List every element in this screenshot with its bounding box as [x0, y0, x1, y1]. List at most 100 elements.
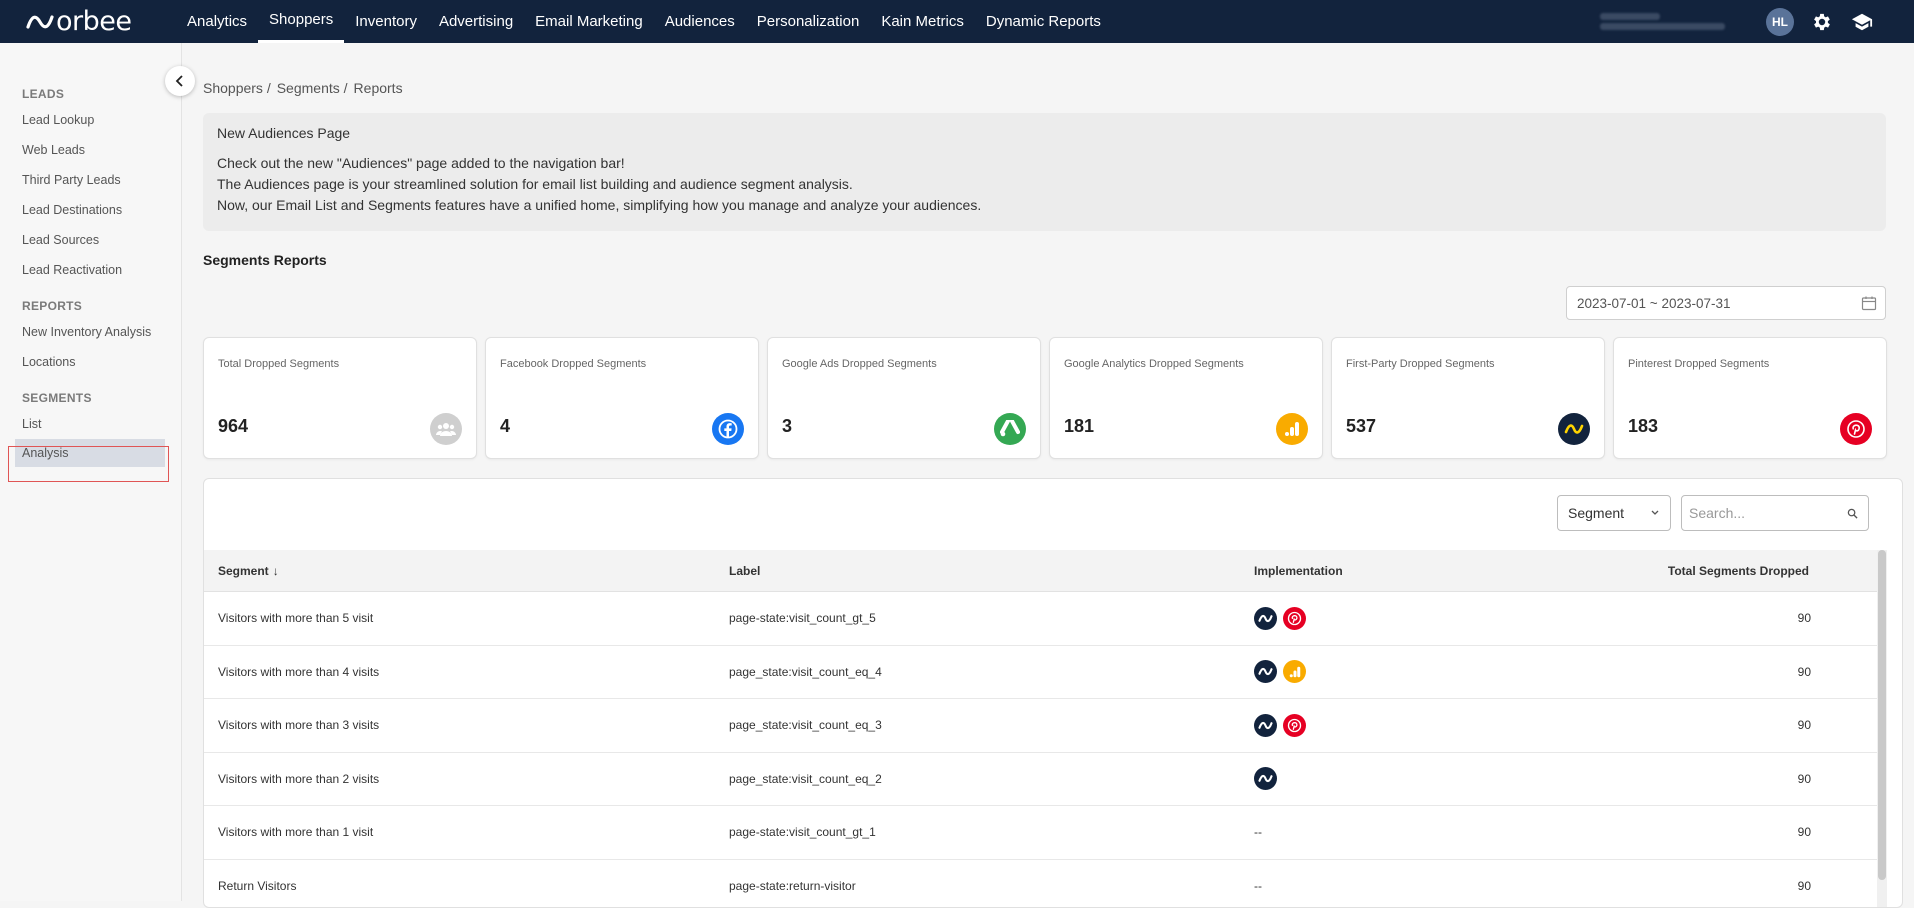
stat-card-value: 537: [1346, 416, 1376, 437]
cell-label: page_state:visit_count_eq_3: [729, 718, 882, 732]
segment-filter-select[interactable]: Segment: [1557, 495, 1671, 531]
graduation-cap-icon[interactable]: [1850, 10, 1874, 34]
cell-segment: Visitors with more than 1 visit: [218, 825, 373, 839]
user-avatar[interactable]: HL: [1766, 8, 1794, 36]
announcement-banner: New Audiences Page Check out the new "Au…: [203, 113, 1886, 231]
cell-total: 90: [1798, 611, 1811, 625]
nav-advertising[interactable]: Advertising: [428, 0, 524, 43]
column-header-implementation[interactable]: Implementation: [1254, 564, 1343, 578]
nav-shoppers[interactable]: Shoppers: [258, 0, 344, 43]
google-analytics-icon: [1283, 660, 1306, 683]
nav-dynamic-reports[interactable]: Dynamic Reports: [975, 0, 1112, 43]
stat-card-label: Pinterest Dropped Segments: [1628, 358, 1769, 370]
column-header-segment[interactable]: Segment↓: [218, 564, 279, 578]
first-party-icon: [1254, 714, 1277, 737]
stat-card-value: 4: [500, 416, 510, 437]
first-party-icon: [1558, 413, 1590, 445]
breadcrumb-reports: Reports: [354, 80, 403, 96]
stat-card-google-analytics: Google Analytics Dropped Segments 181: [1049, 337, 1323, 459]
table-scrollbar[interactable]: [1877, 550, 1887, 908]
google-analytics-icon: [1276, 413, 1308, 445]
table-row[interactable]: Visitors with more than 3 visits page_sta…: [204, 699, 1877, 753]
first-party-icon: [1254, 607, 1277, 630]
cell-implementation: --: [1254, 879, 1262, 893]
cell-label: page_state:visit_count_eq_2: [729, 772, 882, 786]
first-party-icon: [1254, 767, 1277, 790]
cell-label: page_state:visit_count_eq_4: [729, 665, 882, 679]
column-header-label[interactable]: Label: [729, 564, 760, 578]
sidebar-item-list[interactable]: List: [0, 409, 181, 439]
cell-implementation: --: [1254, 825, 1262, 839]
pinterest-icon: [1840, 413, 1872, 445]
table-row[interactable]: Visitors with more than 1 visit page-stat…: [204, 806, 1877, 860]
google-ads-icon: [994, 413, 1026, 445]
orbee-logo[interactable]: orbee: [26, 0, 176, 43]
account-domain-redacted: [1600, 23, 1725, 30]
sidebar-item-web-leads[interactable]: Web Leads: [0, 135, 181, 165]
breadcrumb-segments[interactable]: Segments /: [277, 80, 348, 96]
sidebar-item-lead-lookup[interactable]: Lead Lookup: [0, 105, 181, 135]
account-switcher[interactable]: [1600, 8, 1750, 36]
table-header: Segment↓ Label Implementation Total Segm…: [204, 550, 1877, 592]
sidebar-item-lead-sources[interactable]: Lead Sources: [0, 225, 181, 255]
nav-right-tools: HL: [1600, 0, 1874, 43]
first-party-icon: [1254, 660, 1277, 683]
top-navbar: orbee Analytics Shoppers Inventory Adver…: [0, 0, 1914, 43]
gear-icon[interactable]: [1810, 10, 1834, 34]
cell-segment: Visitors with more than 3 visits: [218, 718, 379, 732]
sidebar-item-locations[interactable]: Locations: [0, 347, 181, 377]
table-row[interactable]: Visitors with more than 2 visitspage_sta…: [204, 753, 1877, 807]
nav-kain-metrics[interactable]: Kain Metrics: [870, 0, 975, 43]
nav-personalization[interactable]: Personalization: [746, 0, 871, 43]
stat-card-first-party: First-Party Dropped Segments 537: [1331, 337, 1605, 459]
cell-implementation: [1254, 607, 1306, 630]
segments-table-panel: Segment Segment↓ Label Implementation To…: [203, 478, 1903, 908]
stat-card-label: First-Party Dropped Segments: [1346, 358, 1495, 370]
stat-card-facebook: Facebook Dropped Segments 4: [485, 337, 759, 459]
cell-label: page-state:visit_count_gt_5: [729, 611, 876, 625]
cell-total: 90: [1798, 772, 1811, 786]
sidebar-heading-leads: LEADS: [0, 87, 181, 103]
cell-implementation: [1254, 714, 1306, 737]
cell-total: 90: [1798, 879, 1811, 893]
stat-card-label: Google Analytics Dropped Segments: [1064, 358, 1244, 370]
cell-label: page-state:visit_count_gt_1: [729, 825, 876, 839]
nav-email-marketing[interactable]: Email Marketing: [524, 0, 654, 43]
sidebar-item-new-inventory-analysis[interactable]: New Inventory Analysis: [0, 317, 181, 347]
section-title: Segments Reports: [203, 252, 327, 268]
date-range-picker[interactable]: 2023-07-01 ~ 2023-07-31: [1566, 286, 1886, 320]
search-icon[interactable]: [1847, 508, 1858, 519]
cell-implementation: [1254, 767, 1277, 790]
nav-analytics[interactable]: Analytics: [176, 0, 258, 43]
stat-card-google-ads: Google Ads Dropped Segments 3: [767, 337, 1041, 459]
sidebar-item-lead-reactivation[interactable]: Lead Reactivation: [0, 255, 181, 285]
stat-card-total: Total Dropped Segments 964: [203, 337, 477, 459]
date-range-value: 2023-07-01 ~ 2023-07-31: [1577, 296, 1731, 311]
sidebar-item-lead-destinations[interactable]: Lead Destinations: [0, 195, 181, 225]
orbee-wave-icon: [26, 13, 54, 31]
nav-inventory[interactable]: Inventory: [344, 0, 428, 43]
stat-card-value: 181: [1064, 416, 1094, 437]
account-name-redacted: [1600, 13, 1660, 20]
scrollbar-thumb[interactable]: [1878, 550, 1886, 880]
sidebar-heading-segments: SEGMENTS: [0, 391, 181, 407]
cell-segment: Visitors with more than 5 visit: [218, 611, 373, 625]
column-header-total-segments-dropped[interactable]: Total Segments Dropped: [1668, 564, 1809, 578]
stat-card-value: 3: [782, 416, 792, 437]
breadcrumb-shoppers[interactable]: Shoppers /: [203, 80, 271, 96]
sidebar-collapse-button[interactable]: [165, 66, 195, 96]
search-input[interactable]: [1689, 505, 1839, 521]
sidebar-item-third-party-leads[interactable]: Third Party Leads: [0, 165, 181, 195]
breadcrumb: Shoppers / Segments / Reports: [203, 80, 403, 96]
cell-total: 90: [1798, 718, 1811, 732]
facebook-icon: [712, 413, 744, 445]
brand-name: orbee: [56, 6, 131, 37]
nav-audiences[interactable]: Audiences: [654, 0, 746, 43]
table-row[interactable]: Visitors with more than 5 visit page-stat…: [204, 592, 1877, 646]
cell-segment: Return Visitors: [218, 879, 296, 893]
stat-card-label: Google Ads Dropped Segments: [782, 358, 937, 370]
chevron-down-icon: [1650, 509, 1660, 517]
people-icon: [430, 413, 462, 445]
pinterest-icon: [1283, 714, 1306, 737]
table-row[interactable]: Visitors with more than 4 visitspage_sta…: [204, 646, 1877, 700]
